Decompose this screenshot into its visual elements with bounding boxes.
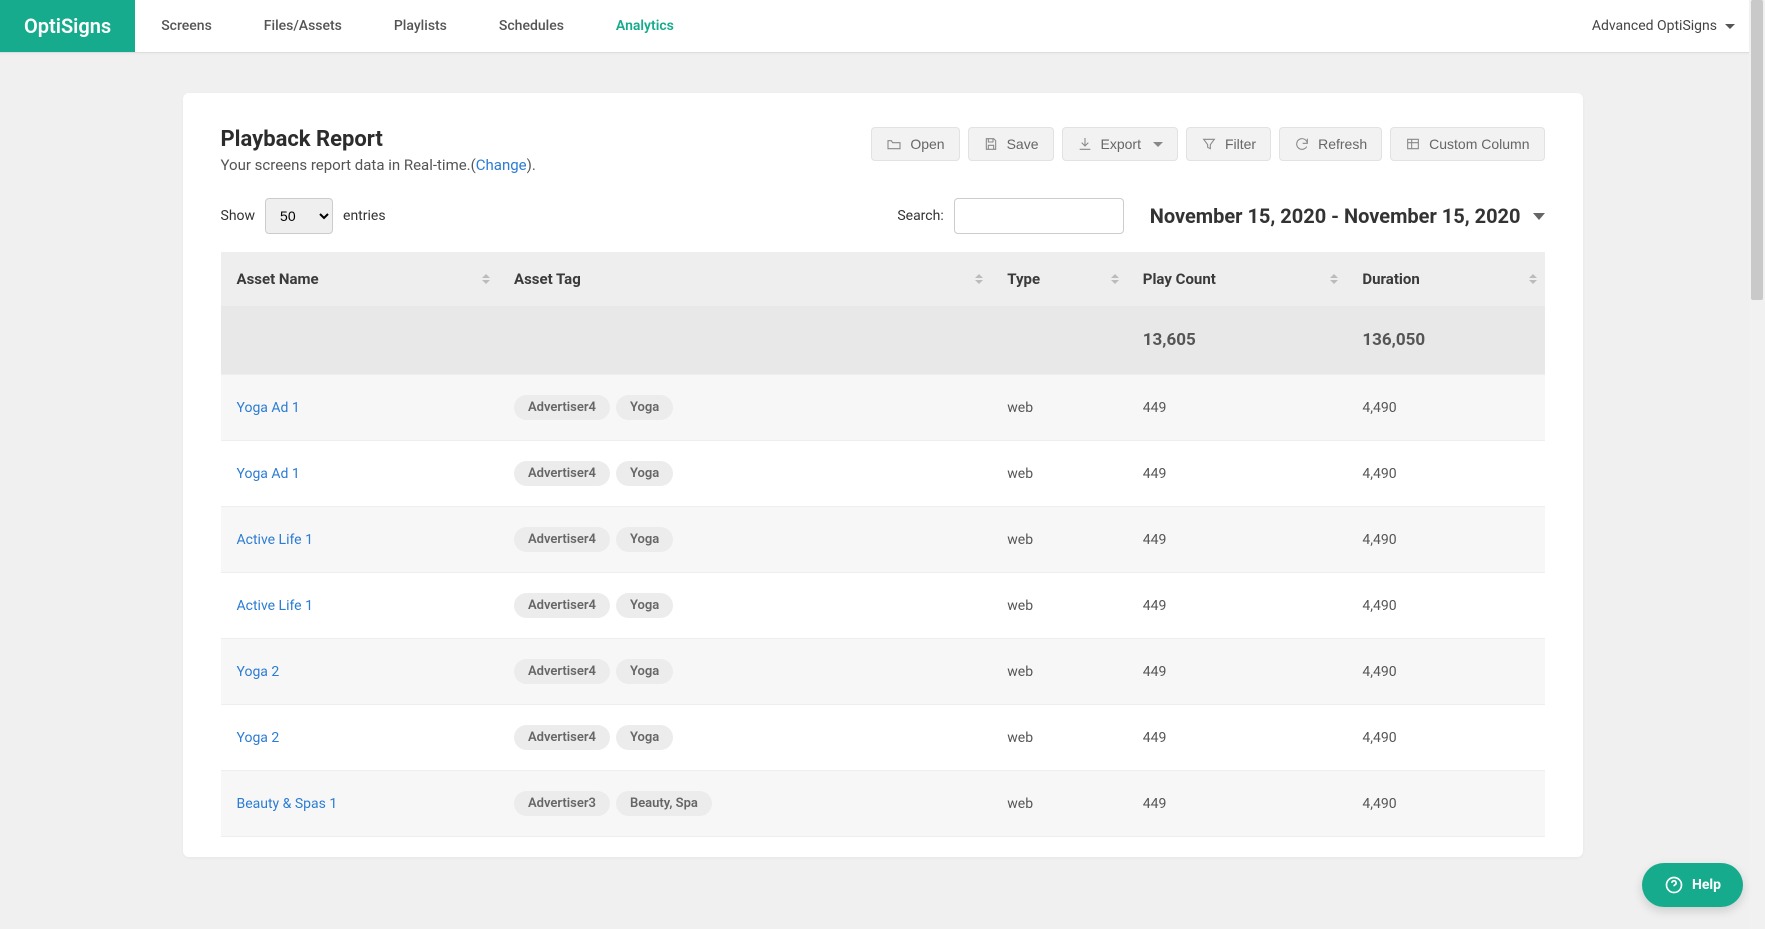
advanced-dropdown[interactable]: Advanced OptiSigns bbox=[1592, 0, 1765, 52]
column-header[interactable]: Asset Tag bbox=[498, 252, 991, 306]
page-subtitle: Your screens report data in Real-time.(C… bbox=[221, 156, 536, 174]
export-button[interactable]: Export bbox=[1062, 127, 1178, 161]
asset-tag: Yoga bbox=[616, 395, 673, 420]
column-header[interactable]: Duration bbox=[1346, 252, 1544, 306]
search-label: Search: bbox=[897, 208, 943, 224]
help-fab[interactable]: Help bbox=[1642, 863, 1743, 907]
asset-link[interactable]: Yoga 2 bbox=[237, 730, 280, 746]
asset-link[interactable]: Active Life 1 bbox=[237, 532, 313, 548]
asset-link[interactable]: Yoga Ad 1 bbox=[237, 466, 300, 482]
asset-tag: Yoga bbox=[616, 461, 673, 486]
filter-button[interactable]: Filter bbox=[1186, 127, 1271, 161]
brand-logo[interactable]: OptiSigns bbox=[0, 0, 135, 52]
open-button[interactable]: Open bbox=[871, 127, 959, 161]
column-header[interactable]: Asset Name bbox=[221, 252, 498, 306]
table-row: Yoga 2Advertiser4Yogaweb4494,490 bbox=[221, 639, 1545, 705]
show-label: Show bbox=[221, 208, 256, 224]
folder-open-icon bbox=[886, 136, 902, 152]
table-row: Active Life 1Advertiser4Yogaweb4494,490 bbox=[221, 573, 1545, 639]
search-input[interactable] bbox=[954, 198, 1124, 234]
table-row: Yoga Ad 1Advertiser4Yogaweb4494,490 bbox=[221, 441, 1545, 507]
change-link[interactable]: Change bbox=[476, 156, 527, 174]
download-icon bbox=[1077, 136, 1093, 152]
toolbar: Open Save Export Filter Refresh Cust bbox=[871, 127, 1544, 161]
asset-tag: Advertiser4 bbox=[514, 725, 610, 750]
asset-tag: Yoga bbox=[616, 527, 673, 552]
asset-tag: Advertiser4 bbox=[514, 593, 610, 618]
scrollbar[interactable] bbox=[1749, 0, 1765, 929]
page-size-select[interactable]: 50 bbox=[265, 198, 333, 234]
nav-item-files-assets[interactable]: Files/Assets bbox=[238, 0, 368, 53]
table-row: Active Life 1Advertiser4Yogaweb4494,490 bbox=[221, 507, 1545, 573]
chevron-down-icon bbox=[1153, 142, 1163, 147]
top-nav: OptiSigns ScreensFiles/AssetsPlaylistsSc… bbox=[0, 0, 1765, 53]
save-button[interactable]: Save bbox=[968, 127, 1054, 161]
table-row: Beauty & Spas 1Advertiser3Beauty, Spaweb… bbox=[221, 771, 1545, 837]
asset-tag: Advertiser4 bbox=[514, 527, 610, 552]
column-header[interactable]: Play Count bbox=[1127, 252, 1347, 306]
table-row: Yoga 2Advertiser4Yogaweb4494,490 bbox=[221, 705, 1545, 771]
nav-item-analytics[interactable]: Analytics bbox=[590, 0, 700, 53]
save-icon bbox=[983, 136, 999, 152]
column-header[interactable]: Type bbox=[991, 252, 1127, 306]
refresh-icon bbox=[1294, 136, 1310, 152]
asset-tag: Yoga bbox=[616, 725, 673, 750]
chevron-down-icon bbox=[1533, 213, 1545, 220]
asset-tag: Advertiser4 bbox=[514, 659, 610, 684]
nav-item-schedules[interactable]: Schedules bbox=[473, 0, 590, 53]
refresh-button[interactable]: Refresh bbox=[1279, 127, 1382, 161]
nav-item-playlists[interactable]: Playlists bbox=[368, 0, 473, 53]
asset-link[interactable]: Yoga Ad 1 bbox=[237, 400, 300, 416]
date-range-picker[interactable]: November 15, 2020 - November 15, 2020 bbox=[1150, 204, 1545, 228]
nav-item-screens[interactable]: Screens bbox=[135, 0, 238, 53]
custom-column-button[interactable]: Custom Column bbox=[1390, 127, 1544, 161]
table-row: Yoga Ad 1Advertiser4Yogaweb4494,490 bbox=[221, 375, 1545, 441]
asset-tag: Yoga bbox=[616, 659, 673, 684]
entries-label: entries bbox=[343, 208, 386, 224]
asset-tag: Yoga bbox=[616, 593, 673, 618]
asset-tag: Advertiser4 bbox=[514, 395, 610, 420]
asset-tag: Advertiser4 bbox=[514, 461, 610, 486]
asset-tag: Beauty, Spa bbox=[616, 791, 712, 816]
page-title: Playback Report bbox=[221, 127, 536, 152]
asset-link[interactable]: Active Life 1 bbox=[237, 598, 313, 614]
asset-tag: Advertiser3 bbox=[514, 791, 610, 816]
report-table: Asset NameAsset TagTypePlay CountDuratio… bbox=[221, 252, 1545, 837]
asset-link[interactable]: Yoga 2 bbox=[237, 664, 280, 680]
filter-icon bbox=[1201, 136, 1217, 152]
chevron-down-icon bbox=[1725, 24, 1735, 29]
asset-link[interactable]: Beauty & Spas 1 bbox=[237, 796, 338, 812]
report-card: Playback Report Your screens report data… bbox=[183, 93, 1583, 857]
help-icon bbox=[1664, 875, 1684, 895]
columns-icon bbox=[1405, 136, 1421, 152]
totals-row: 13,605136,050 bbox=[221, 306, 1545, 375]
